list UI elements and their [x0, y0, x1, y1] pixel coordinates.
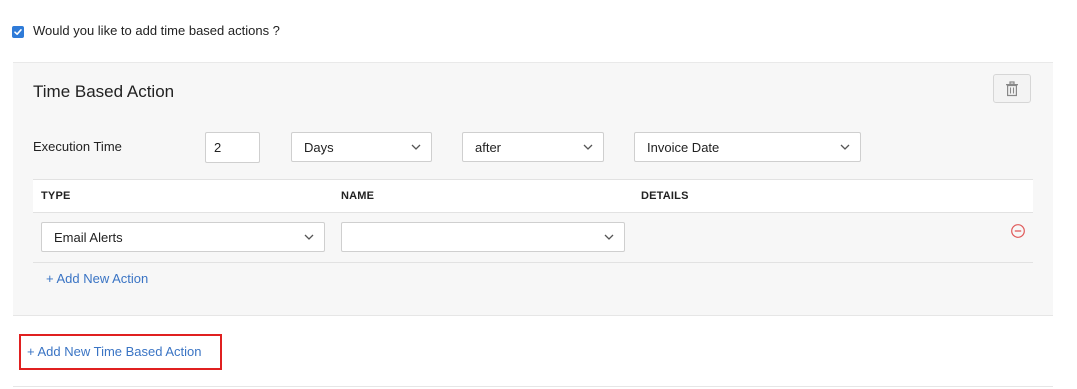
execution-relation-value: after — [475, 139, 502, 155]
execution-unit-select[interactable]: Days — [291, 132, 432, 162]
check-icon — [14, 29, 22, 35]
bottom-divider — [13, 386, 1053, 387]
execution-unit-value: Days — [304, 139, 334, 155]
remove-circle-icon[interactable] — [1010, 223, 1026, 239]
trash-icon — [1006, 80, 1018, 96]
delete-time-based-action-button[interactable] — [993, 74, 1031, 103]
execution-amount-input[interactable]: 2 — [205, 132, 260, 163]
chevron-down-icon — [840, 144, 850, 150]
row-divider — [33, 262, 1033, 263]
chevron-down-icon — [604, 234, 614, 240]
action-name-select[interactable] — [341, 222, 625, 252]
action-type-value: Email Alerts — [54, 229, 123, 245]
execution-reference-select[interactable]: Invoice Date — [634, 132, 861, 162]
panel-title: Time Based Action — [33, 82, 175, 101]
column-header-details: DETAILS — [641, 190, 689, 202]
add-new-time-based-action-link[interactable]: + Add New Time Based Action — [27, 344, 202, 359]
column-header-type: TYPE — [41, 190, 71, 202]
action-type-select[interactable]: Email Alerts — [41, 222, 325, 252]
add-new-action-link[interactable]: + Add New Action — [46, 271, 148, 286]
chevron-down-icon — [411, 144, 421, 150]
execution-time-label: Execution Time — [33, 139, 122, 154]
execution-relation-select[interactable]: after — [462, 132, 604, 162]
actions-table-header — [33, 179, 1033, 213]
chevron-down-icon — [304, 234, 314, 240]
time-based-actions-question: Would you like to add time based actions… — [33, 23, 280, 38]
execution-amount-value: 2 — [214, 140, 222, 155]
time-based-actions-checkbox[interactable] — [12, 26, 24, 38]
column-header-name: NAME — [341, 190, 375, 202]
chevron-down-icon — [583, 144, 593, 150]
execution-reference-value: Invoice Date — [647, 139, 720, 155]
